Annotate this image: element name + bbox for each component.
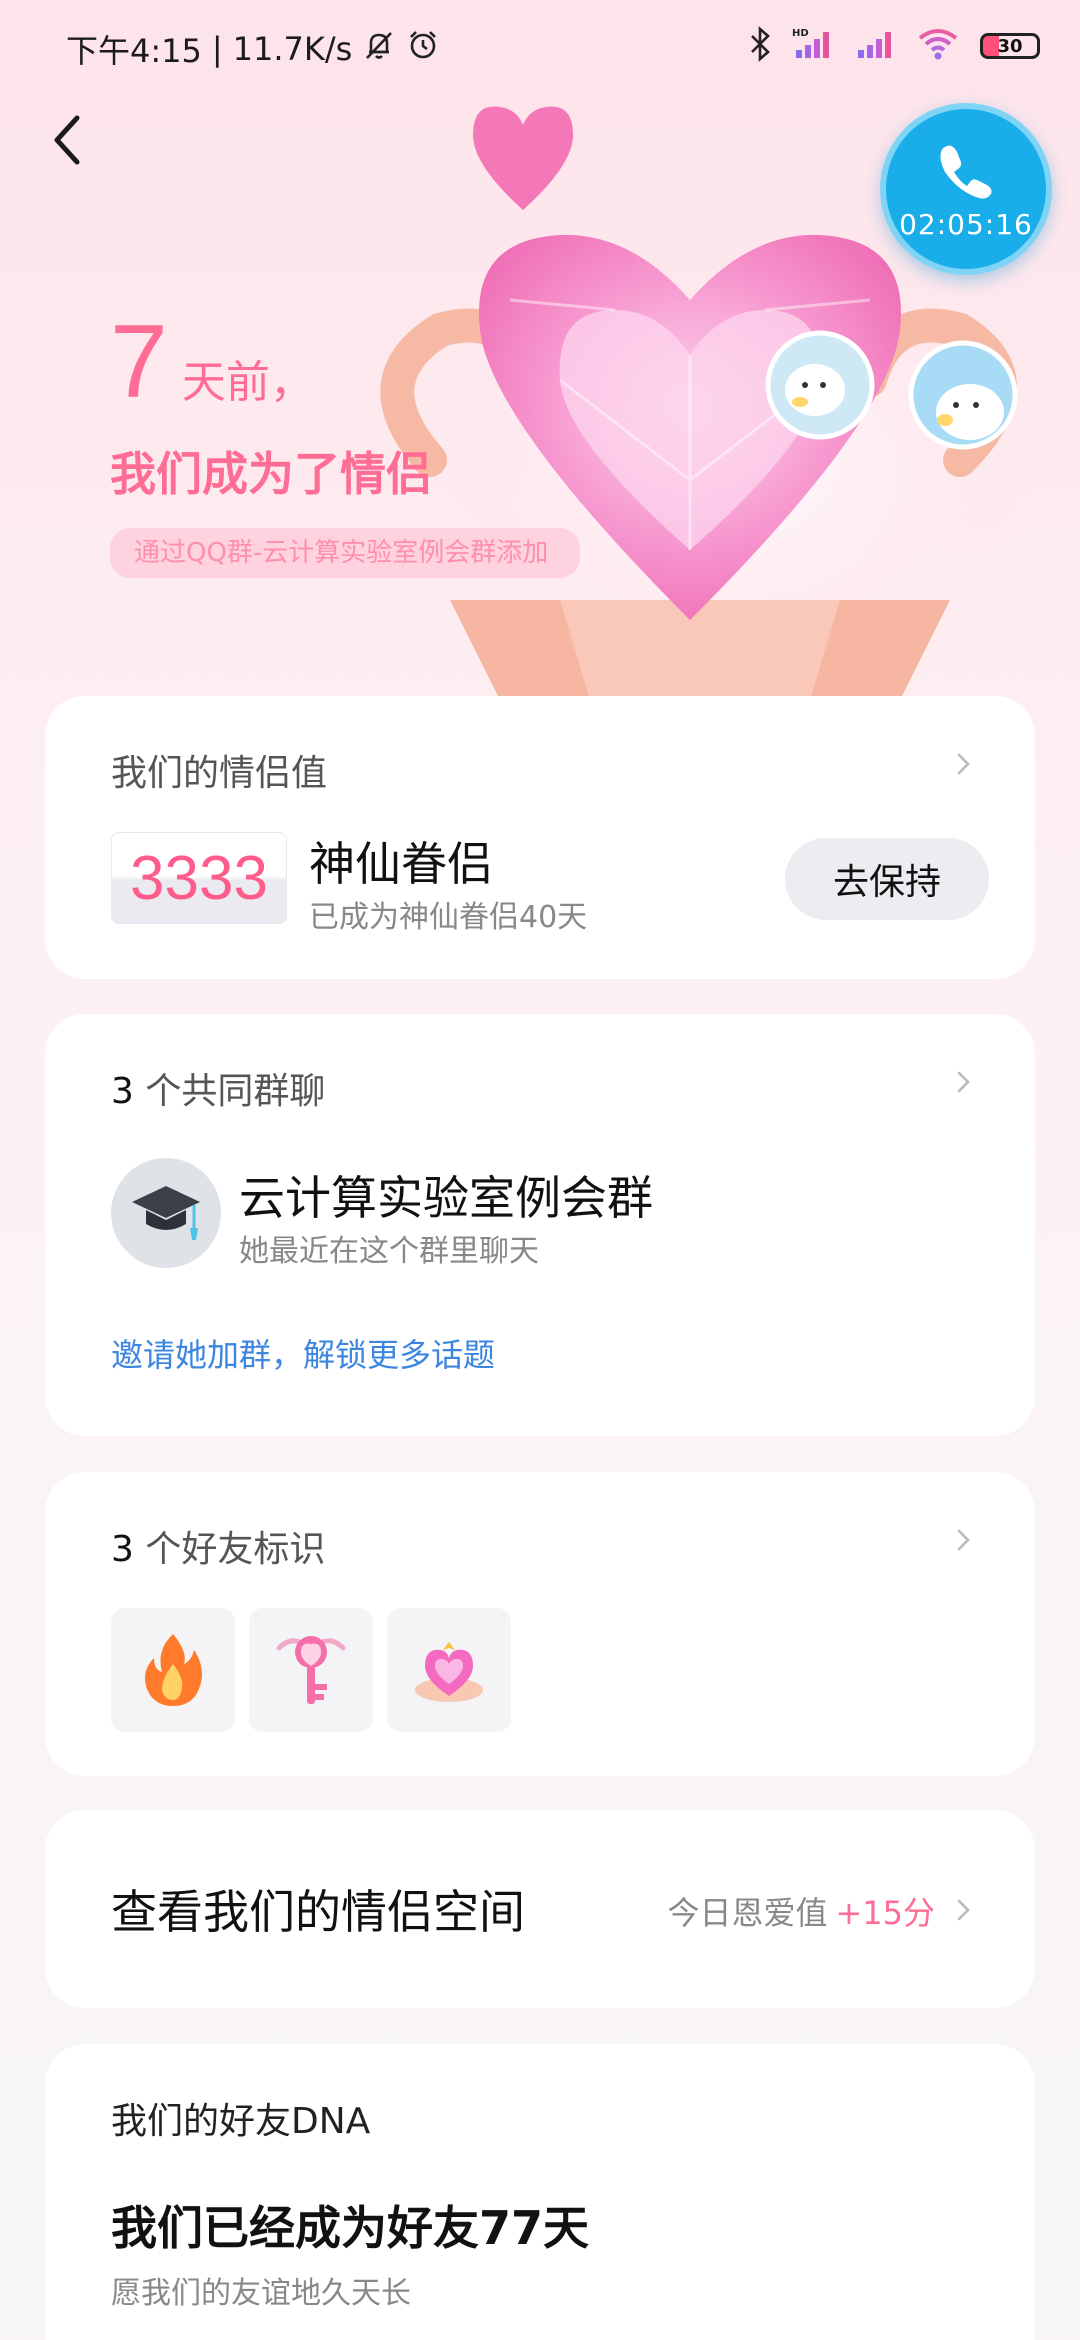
signal-icon xyxy=(856,26,896,66)
invite-link[interactable]: 邀请她加群，解锁更多话题 xyxy=(111,1330,495,1376)
chevron-right-icon xyxy=(957,1071,970,1093)
friend-badges-card[interactable]: 3 个好友标识 xyxy=(45,1472,1035,1776)
badge-item[interactable] xyxy=(249,1608,373,1732)
chevron-right-icon xyxy=(957,753,970,775)
friend-dna-label: 我们的好友DNA xyxy=(111,2101,371,2142)
common-groups-card[interactable]: 3 个共同群聊 云计算实验室例会群 她最近在这个群里聊天 邀请她加群，解锁更多话… xyxy=(45,1014,1035,1436)
friend-days-title: 我们已经成为好友77天 xyxy=(111,2201,590,2255)
call-duration: 02:05:16 xyxy=(899,207,1033,241)
group-avatar[interactable] xyxy=(111,1158,221,1268)
today-love-value: 今日恩爱值 +15分 xyxy=(667,1888,935,1934)
chevron-left-icon xyxy=(54,115,80,165)
chevron-right-icon xyxy=(957,1899,970,1921)
became-couple-text: 我们成为了情侣 xyxy=(110,447,432,501)
network-speed: 11.7K/s xyxy=(232,30,353,68)
call-duration-bubble[interactable]: 02:05:16 xyxy=(880,103,1052,275)
common-groups-label: 3 个共同群聊 xyxy=(111,1062,325,1114)
phone-icon xyxy=(940,145,992,198)
group-desc: 她最近在这个群里聊天 xyxy=(239,1234,539,1269)
common-groups-count: 3 xyxy=(111,1071,134,1112)
today-love-label: 今日恩爱值 xyxy=(667,1894,828,1932)
couple-value-label: 我们的情侣值 xyxy=(111,753,328,794)
couple-value-card[interactable]: 我们的情侣值 3333 神仙眷侣 已成为神仙眷侣40天 去保持 xyxy=(45,696,1035,979)
back-button[interactable] xyxy=(36,100,96,180)
status-bar: 下午4:15 | 11.7K/s HD 30 xyxy=(0,0,1080,95)
days-ago-row: 7 天前， xyxy=(110,310,314,414)
friend-badges-text: 个好友标识 xyxy=(145,1529,326,1570)
days-number: 7 xyxy=(110,304,168,420)
heart-crown-badge-icon xyxy=(415,1642,483,1702)
signal-hd-icon: HD xyxy=(792,26,836,66)
couple-space-card[interactable]: 查看我们的情侣空间 今日恩爱值 +15分 xyxy=(45,1810,1035,2008)
key-badge-icon xyxy=(276,1636,346,1704)
svg-text:HD: HD xyxy=(792,28,809,39)
couple-level-name: 神仙眷侣 xyxy=(309,837,493,891)
graduation-cap-icon xyxy=(132,1186,200,1240)
status-time: 下午4:15 xyxy=(66,32,202,70)
badge-item[interactable] xyxy=(111,1608,235,1732)
battery-level: 30 xyxy=(997,35,1023,57)
badge-item[interactable] xyxy=(387,1608,511,1732)
common-groups-text: 个共同群聊 xyxy=(145,1071,326,1112)
badge-list xyxy=(111,1608,511,1732)
added-via-pill: 通过QQ群-云计算实验室例会群添加 xyxy=(110,528,580,578)
mute-bell-icon xyxy=(362,28,396,70)
battery-icon: 30 xyxy=(980,33,1040,59)
days-unit: 天前， xyxy=(181,357,314,408)
flame-badge-icon xyxy=(145,1634,202,1706)
status-left: 下午4:15 | 11.7K/s xyxy=(66,26,440,72)
couple-score: 3333 xyxy=(111,832,287,924)
chevron-right-icon xyxy=(957,1529,970,1551)
status-right: HD 30 xyxy=(748,26,1040,66)
friend-badges-count: 3 xyxy=(111,1529,134,1570)
wifi-icon xyxy=(916,26,960,66)
friend-badges-label: 3 个好友标识 xyxy=(111,1520,325,1572)
alarm-clock-icon xyxy=(406,28,440,70)
friend-dna-desc: 愿我们的友谊地久天长 xyxy=(111,2276,411,2311)
today-love-score: +15分 xyxy=(835,1894,935,1932)
status-divider: | xyxy=(211,30,223,68)
bluetooth-icon xyxy=(748,26,772,66)
couple-space-title: 查看我们的情侣空间 xyxy=(111,1885,525,1939)
group-name[interactable]: 云计算实验室例会群 xyxy=(239,1162,653,1228)
couple-level-desc: 已成为神仙眷侣40天 xyxy=(309,900,588,935)
friend-dna-card[interactable]: 我们的好友DNA 我们已经成为好友77天 愿我们的友谊地久天长 xyxy=(45,2044,1035,2340)
keep-button[interactable]: 去保持 xyxy=(785,838,989,920)
